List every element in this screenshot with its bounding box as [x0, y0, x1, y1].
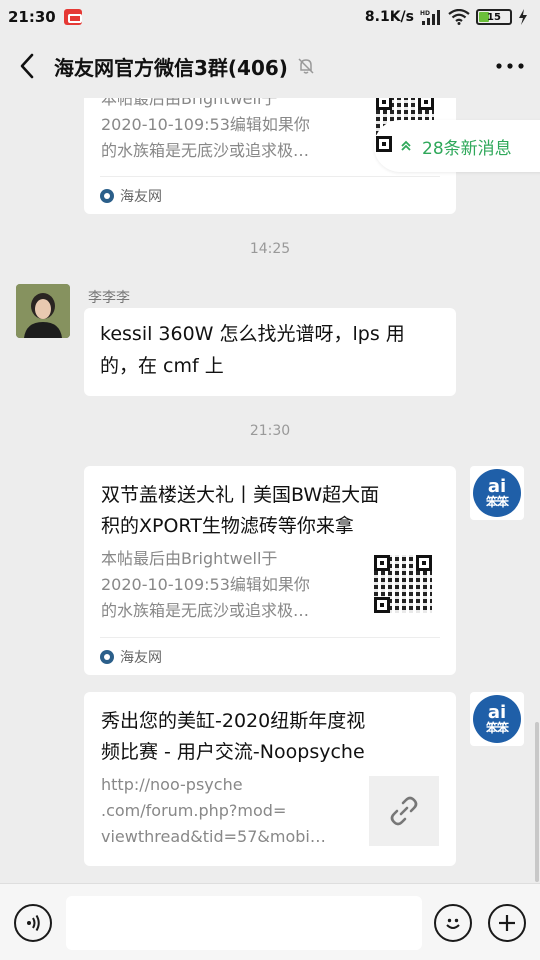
bot-logo-top: ai — [487, 475, 507, 497]
bot-logo-bottom: 笨笨 — [485, 720, 509, 735]
chat-header: 海友网官方微信3群(406) — [0, 34, 540, 98]
link-icon — [390, 796, 418, 826]
card-title-line: 频比赛 - 用户交流-Noopsyche — [101, 741, 365, 763]
new-messages-button[interactable]: 28条新消息 — [374, 120, 540, 172]
plus-icon — [499, 915, 515, 931]
source-name: 海友网 — [120, 649, 162, 666]
message-text-line: 的，在 cmf 上 — [100, 355, 224, 377]
card-title-line: 积的XPORT生物滤砖等你来拿 — [101, 515, 354, 537]
double-chevron-up-icon — [401, 140, 411, 151]
battery-icon: 15 — [476, 9, 512, 25]
status-time: 21:30 — [8, 8, 56, 26]
card-title-line: 秀出您的美缸-2020纽斯年度视 — [101, 710, 366, 732]
more-dots-icon — [496, 63, 524, 69]
card-desc-line: 本帖最后由Brightwell于 — [101, 98, 278, 108]
status-bar: 21:30 8.1K/s HD 15 — [0, 0, 540, 34]
source-name: 海友网 — [120, 188, 162, 205]
sender-avatar[interactable] — [16, 284, 70, 338]
card-description: 本帖最后由Brightwell于 2020-10-109:53编辑如果你 的水族… — [101, 98, 357, 164]
emoji-icon — [446, 918, 460, 929]
message-input[interactable] — [66, 896, 422, 950]
qr-code-thumbnail — [372, 553, 434, 615]
card-source: 海友网 — [100, 176, 440, 214]
card-desc-line: 的水族箱是无底沙或追求极… — [101, 601, 310, 620]
wifi-icon — [448, 9, 470, 25]
link-thumbnail — [369, 776, 439, 846]
charging-icon — [519, 9, 527, 25]
card-description: http://noo-psyche .com/forum.php?mod= vi… — [101, 772, 357, 850]
card-desc-line: 本帖最后由Brightwell于 — [101, 549, 278, 568]
bot-avatar[interactable]: ai 笨笨 — [470, 466, 524, 520]
chat-scrollbar[interactable] — [535, 722, 539, 882]
emoji-button[interactable] — [434, 904, 472, 942]
plus-button[interactable] — [488, 904, 526, 942]
sender-name: 李李李 — [88, 290, 130, 306]
bot-logo-icon: ai 笨笨 — [473, 695, 521, 743]
notification-app-icon — [63, 9, 82, 25]
bot-logo-icon: ai 笨笨 — [473, 469, 521, 517]
card-title-line: 双节盖楼送大礼丨美国BW超大面 — [101, 484, 380, 506]
source-logo-icon — [100, 649, 114, 664]
network-speed: 8.1K/s — [364, 9, 414, 25]
bot-logo-top: ai — [487, 701, 507, 723]
card-desc-line: 2020-10-109:53编辑如果你 — [101, 115, 310, 134]
voice-icon — [27, 914, 40, 932]
card-description: 本帖最后由Brightwell于 2020-10-109:53编辑如果你 的水族… — [101, 546, 357, 624]
status-right: 8.1K/s HD 15 — [365, 9, 528, 25]
battery-level: 15 — [487, 11, 501, 23]
card-title: 秀出您的美缸-2020纽斯年度视 频比赛 - 用户交流-Noopsyche — [101, 706, 446, 768]
source-logo-icon — [100, 188, 114, 203]
person-avatar-icon — [16, 284, 70, 338]
mute-bell-icon — [298, 58, 314, 74]
card-title: 双节盖楼送大礼丨美国BW超大面 积的XPORT生物滤砖等你来拿 — [101, 480, 446, 542]
timestamp: 21:30 — [249, 423, 291, 439]
text-message-bubble[interactable]: kessil 360W 怎么找光谱呀，lps 用 的，在 cmf 上 — [84, 308, 456, 396]
input-bar — [0, 883, 540, 960]
card-desc-line: .com/forum.php?mod= — [101, 801, 287, 820]
timestamp: 14:25 — [249, 241, 291, 257]
card-desc-line: viewthread&tid=57&mobi… — [101, 827, 326, 846]
more-button[interactable] — [480, 34, 540, 98]
back-button[interactable] — [0, 34, 54, 98]
back-chevron-icon — [20, 53, 34, 79]
bot-avatar[interactable]: ai 笨笨 — [470, 692, 524, 746]
shared-article-card[interactable]: 双节盖楼送大礼丨美国BW超大面 积的XPORT生物滤砖等你来拿 本帖最后由Bri… — [84, 466, 456, 675]
card-source: 海友网 — [100, 637, 440, 675]
new-messages-label: 28条新消息 — [422, 138, 512, 159]
card-desc-line: 2020-10-109:53编辑如果你 — [101, 575, 310, 594]
svg-text:HD: HD — [420, 10, 430, 17]
card-desc-line: 的水族箱是无底沙或追求极… — [101, 141, 310, 160]
shared-link-card[interactable]: 秀出您的美缸-2020纽斯年度视 频比赛 - 用户交流-Noopsyche ht… — [84, 692, 456, 866]
voice-button[interactable] — [14, 904, 52, 942]
message-text-line: kessil 360W 怎么找光谱呀，lps 用 — [100, 323, 405, 345]
bot-logo-bottom: 笨笨 — [485, 494, 509, 509]
card-desc-line: http://noo-psyche — [101, 775, 243, 794]
signal-icon: HD — [420, 10, 440, 25]
chat-title: 海友网官方微信3群(406) — [54, 55, 288, 80]
chat-area[interactable]: 本帖最后由Brightwell于 2020-10-109:53编辑如果你 的水族… — [0, 98, 540, 883]
